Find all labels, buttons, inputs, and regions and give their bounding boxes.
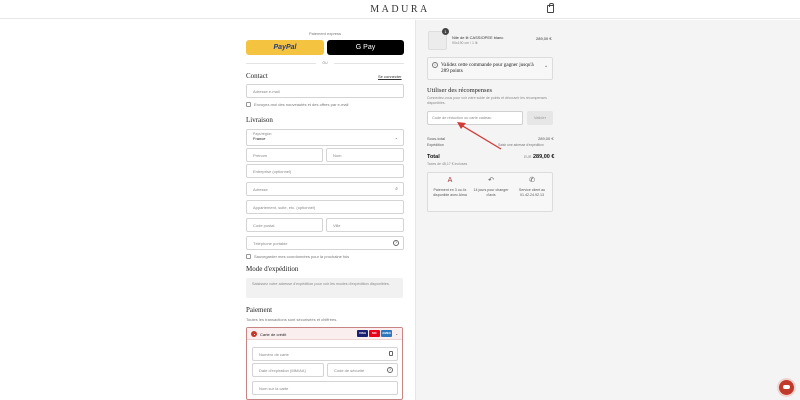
google-pay-button[interactable]: G Pay [327,40,404,55]
contact-title: Contact [246,72,268,80]
product-variant: 90x190 cm / 1 lit [452,41,478,45]
shopping-bag-icon[interactable] [547,3,554,13]
product-price: 289,00 € [536,36,552,41]
save-info-label: Sauvegarder mes coordonnées pour la proc… [254,254,350,259]
apartment-field[interactable]: Appartement, suite, etc. (optionnel) [246,200,404,214]
total-currency: EUR [524,155,532,159]
company-field[interactable]: Entreprise (optionnel) [246,164,404,178]
newsletter-label: Envoyez-moi des nouveautés et des offres… [254,102,349,107]
visa-icon: VISA [357,330,368,337]
lock-icon [389,351,393,356]
total-value: 289,00 € [533,154,555,160]
apply-code-button[interactable]: Valider [527,111,553,125]
country-select[interactable]: Pays/région France ⌄ [246,129,404,146]
save-info-checkbox[interactable] [246,254,251,259]
shipping-method-title: Mode d'expédition [246,265,299,273]
divider-left [246,63,316,64]
country-value: France [253,136,266,141]
return-icon: ↶ [488,177,494,184]
mastercard-icon: MC [369,330,380,337]
payment-title: Paiement [246,306,273,314]
quantity-badge: 1 [442,28,449,35]
shipping-value: Saisir une adresse d'expédition [498,143,544,147]
search-icon: ⌕ [395,186,398,192]
rewards-description: Connectez-vous pour voir votre solde de … [427,96,547,105]
express-checkout-title: Paiement express [308,31,341,36]
feature-alma: A Paiement en 3 ou 4x disponible avec Al… [430,177,470,197]
credit-card-label: Carte de crédit [260,332,287,337]
chevron-down-icon: ⌄ [394,135,398,140]
city-field[interactable]: Ville [326,218,404,232]
reward-prompt: Validez cette commande pour gagner jusqu… [441,62,534,74]
reward-points-banner[interactable]: i Validez cette commande pour gagner jus… [427,57,553,80]
login-link[interactable]: Se connecter [378,74,402,79]
name-on-card-field[interactable]: Nom sur la carte [252,381,398,395]
feature-returns: ↶ 14 jours pour changer d'avis [471,177,511,197]
paypal-button[interactable]: PayPal [246,40,324,55]
help-icon[interactable]: ? [387,367,393,373]
rewards-title: Utiliser des récompenses [427,87,492,94]
credit-card-option[interactable]: Carte de crédit VISA MC AMEX ⌄ [247,328,402,340]
last-name-field[interactable]: Nom [326,148,404,162]
annotation-arrow [457,122,502,150]
help-icon[interactable]: ? [393,240,399,246]
subtotal-label: Sous-total [427,136,446,141]
shipping-label: Expédition [427,143,444,147]
security-code-field[interactable]: Code de sécurité ? [327,363,398,377]
first-name-field[interactable]: Prénom [246,148,323,162]
total-label: Total [427,154,440,160]
phone-placeholder: Téléphone portable [253,241,288,246]
payment-subtitle: Toutes les transactions sont sécurisées … [246,317,338,322]
credit-card-radio[interactable] [251,331,257,337]
info-icon: i [432,62,438,68]
feature-support-text: Service client au 01.42.24.92.13 [518,188,546,197]
shipping-method-note: Saisissez votre adresse d'expédition pou… [246,278,403,298]
phone-icon: ✆ [529,177,535,184]
tax-note: Taxes de 48,17 € incluses [427,162,468,166]
product-name: Nile de lit CASSIOPEE blanc [452,35,504,40]
feature-returns-text: 14 jours pour changer d'avis [473,188,509,197]
credit-card-panel: Carte de crédit VISA MC AMEX ⌄ Numéro de… [246,327,403,400]
newsletter-checkbox[interactable] [246,102,251,107]
address-placeholder: Adresse [253,187,268,192]
amex-icon: AMEX [381,330,392,337]
or-separator: OU [322,61,328,65]
chevron-down-icon: ⌄ [395,331,399,336]
address-field[interactable]: Adresse ⌕ [246,182,404,196]
site-header: MADURA [0,0,800,19]
delivery-title: Livraison [246,116,273,124]
brand-logo[interactable]: MADURA [0,4,800,15]
reassurance-box: A Paiement en 3 ou 4x disponible avec Al… [427,172,553,212]
divider-right [334,63,404,64]
feature-alma-text: Paiement en 3 ou 4x disponible avec Alma [433,188,467,197]
alma-icon: A [447,177,453,184]
expiry-field[interactable]: Date d'expiration (MM/AA) [252,363,324,377]
card-number-field[interactable]: Numéro de carte [252,347,398,361]
postal-code-field[interactable]: Code postal [246,218,323,232]
card-number-placeholder: Numéro de carte [259,352,289,357]
chevron-down-icon: ⌄ [544,63,549,69]
security-code-placeholder: Code de sécurité [334,368,365,373]
chat-widget-button[interactable] [779,380,794,395]
phone-field[interactable]: Téléphone portable ? [246,236,404,250]
email-field[interactable]: Adresse e-mail [246,84,404,98]
subtotal-value: 289,00 € [538,136,554,141]
feature-support: ✆ Service client au 01.42.24.92.13 [512,177,552,197]
